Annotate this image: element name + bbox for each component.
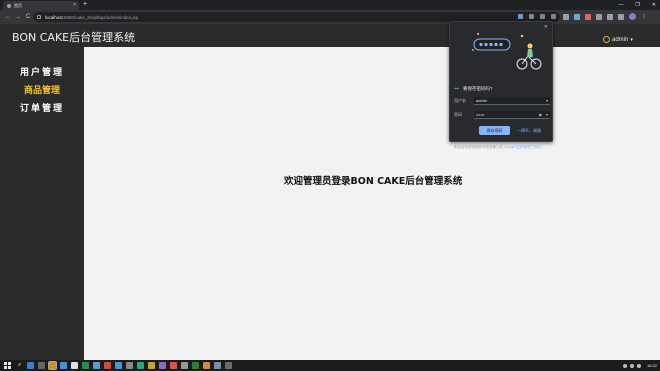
taskbar-app-icon[interactable] bbox=[137, 362, 145, 369]
eye-icon[interactable]: ◉ bbox=[539, 112, 543, 117]
taskbar-app-icon[interactable] bbox=[170, 362, 178, 369]
username-label: 用户名 bbox=[454, 97, 466, 103]
user-icon bbox=[603, 36, 610, 43]
window-controls: — ❐ ✕ bbox=[618, 0, 656, 10]
dialog-footer: 系统会将密码保存到您设备上的 Google 密码管理工具中。 bbox=[454, 145, 545, 149]
chevron-down-icon: ▾ bbox=[630, 36, 633, 43]
close-window-button[interactable]: ✕ bbox=[652, 0, 656, 10]
tab-title: 首页 bbox=[14, 2, 22, 8]
extensions-area: ⋮ bbox=[563, 13, 647, 20]
profile-avatar[interactable] bbox=[629, 13, 636, 20]
never-save-button[interactable]: 一律不，谢谢 bbox=[517, 126, 541, 135]
close-icon[interactable]: ✕ bbox=[544, 24, 548, 30]
app-title: BON CAKE后台管理系统 bbox=[12, 31, 136, 44]
save-password-button[interactable]: 保存密码 bbox=[479, 126, 510, 135]
extension-icon[interactable] bbox=[596, 13, 602, 20]
taskbar-app-icon[interactable] bbox=[115, 362, 123, 369]
sidebar-item-products[interactable]: 商品管理 bbox=[0, 83, 84, 96]
restore-button[interactable]: ❐ bbox=[635, 0, 639, 10]
browser-tabstrip: 首页 × + — ❐ ✕ bbox=[0, 0, 660, 10]
share-icon[interactable] bbox=[540, 14, 545, 19]
password-manager-link[interactable]: Google 密码管理工具 bbox=[504, 145, 537, 149]
password-label: 密码 bbox=[454, 111, 462, 117]
save-password-dialog: ✕ ⊶ 要保存密码吗? 用户名 admin ▾ 密码 •••••• ◉ ▾ 保存… bbox=[449, 21, 553, 149]
taskbar-app-icon[interactable] bbox=[214, 362, 222, 369]
sidepanel-icon[interactable] bbox=[618, 13, 624, 20]
password-field[interactable]: •••••• ◉ ▾ bbox=[474, 110, 550, 119]
browser-toolbar: ← → C localhost:8080/cake_shop/bqz/admin… bbox=[0, 10, 660, 24]
browser-tab[interactable]: 首页 × bbox=[3, 1, 79, 10]
globe-icon bbox=[7, 3, 11, 8]
taskbar-app-icon[interactable] bbox=[27, 362, 35, 369]
info-icon[interactable] bbox=[37, 15, 41, 19]
welcome-message: 欢迎管理员登录BON CAKE后台管理系统 bbox=[284, 176, 463, 187]
close-tab-icon[interactable]: × bbox=[73, 3, 76, 8]
omnibox-actions bbox=[518, 14, 556, 19]
password-key-icon[interactable] bbox=[518, 14, 523, 19]
zoom-icon[interactable] bbox=[529, 14, 534, 19]
taskbar-app-icon[interactable] bbox=[82, 362, 90, 369]
username-field[interactable]: admin ▾ bbox=[474, 96, 550, 105]
user-menu[interactable]: admin ▾ bbox=[603, 36, 633, 43]
forward-button[interactable]: → bbox=[13, 14, 23, 20]
sidebar: 用户管理 商品管理 订单管理 bbox=[0, 47, 84, 360]
taskbar-app-icon[interactable] bbox=[203, 362, 211, 369]
username-row: 用户名 admin ▾ bbox=[454, 96, 550, 105]
clock[interactable]: 16:32 bbox=[647, 363, 657, 368]
taskbar-app-icon[interactable] bbox=[60, 362, 68, 369]
chevron-down-icon[interactable]: ▾ bbox=[546, 98, 548, 103]
user-name: admin bbox=[612, 36, 629, 43]
taskbar-app-icon[interactable] bbox=[192, 362, 200, 369]
new-tab-button[interactable]: + bbox=[83, 1, 87, 9]
volume-icon[interactable] bbox=[629, 363, 634, 368]
windows-start-icon[interactable] bbox=[3, 361, 12, 370]
extension-icon[interactable] bbox=[574, 13, 580, 20]
chevron-down-icon[interactable]: ▾ bbox=[546, 112, 548, 117]
sidebar-item-users[interactable]: 用户管理 bbox=[0, 65, 84, 78]
language-icon[interactable] bbox=[636, 363, 641, 368]
search-icon[interactable]: ⌕ bbox=[18, 362, 21, 369]
minimize-button[interactable]: — bbox=[618, 0, 623, 10]
network-icon[interactable] bbox=[622, 363, 627, 368]
key-icon: ⊶ bbox=[454, 86, 459, 92]
taskbar-app-icon[interactable] bbox=[148, 362, 156, 369]
url-text: localhost:8080/cake_shop/bqz/admin/index… bbox=[45, 14, 139, 20]
bookmark-star-icon[interactable] bbox=[551, 14, 556, 19]
taskbar-app-icon[interactable] bbox=[159, 362, 167, 369]
app-header: BON CAKE后台管理系统 bbox=[0, 24, 660, 47]
taskbar-app-icon[interactable] bbox=[71, 362, 79, 369]
extension-icon[interactable] bbox=[563, 13, 569, 20]
password-row: 密码 •••••• ◉ ▾ bbox=[454, 110, 550, 119]
reload-button[interactable]: C bbox=[23, 14, 33, 20]
extension-icon[interactable] bbox=[585, 13, 591, 20]
taskbar-app-icon[interactable] bbox=[93, 362, 101, 369]
system-tray: 16:32 bbox=[622, 360, 657, 371]
taskbar-app-icon[interactable] bbox=[126, 362, 134, 369]
sidebar-item-orders[interactable]: 订单管理 bbox=[0, 101, 84, 114]
back-button[interactable]: ← bbox=[3, 14, 13, 20]
taskbar-app-icon[interactable] bbox=[225, 362, 233, 369]
taskbar-app-icon[interactable] bbox=[48, 361, 58, 370]
taskbar-app-icon[interactable] bbox=[181, 362, 189, 369]
dialog-title: 要保存密码吗? bbox=[463, 86, 493, 91]
puzzle-icon[interactable] bbox=[607, 13, 613, 20]
taskbar-apps bbox=[27, 361, 233, 370]
browser-menu-icon[interactable]: ⋮ bbox=[641, 14, 647, 20]
main-content: 欢迎管理员登录BON CAKE后台管理系统 bbox=[84, 47, 660, 360]
taskbar-app-icon[interactable] bbox=[38, 362, 46, 369]
password-illustration bbox=[472, 32, 542, 70]
taskbar-app-icon[interactable] bbox=[104, 362, 112, 369]
taskbar: ⌕ 16:32 bbox=[0, 360, 660, 371]
divider bbox=[450, 141, 552, 142]
